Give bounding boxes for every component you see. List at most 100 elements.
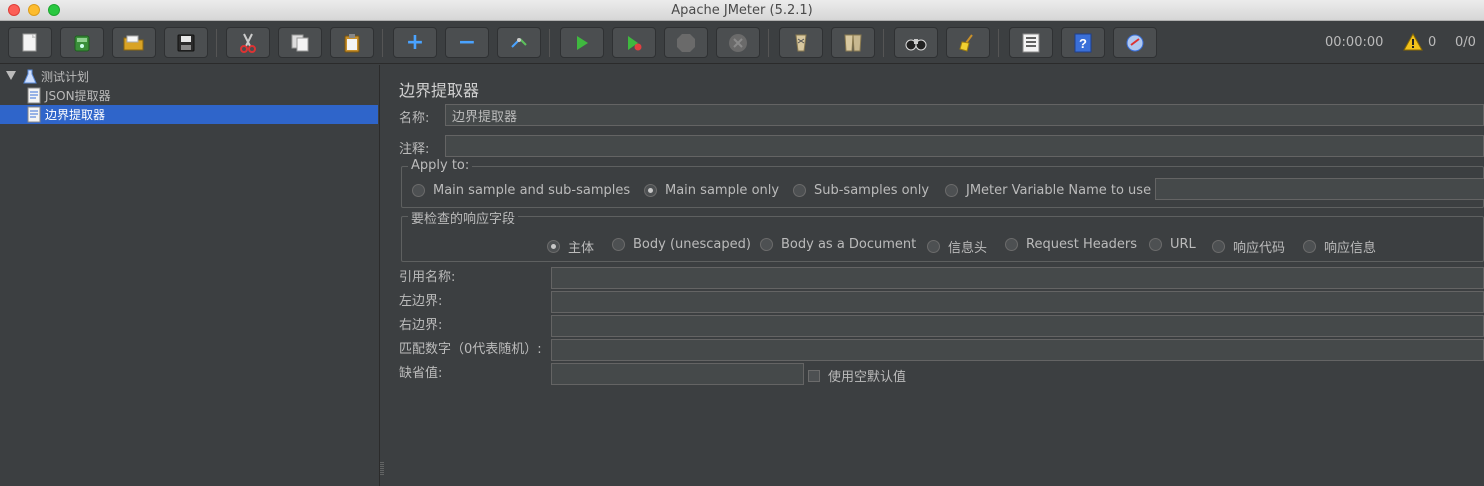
radio-indicator[interactable] bbox=[1005, 238, 1018, 251]
comment-field[interactable] bbox=[445, 135, 1484, 157]
default-value-field[interactable] bbox=[551, 363, 804, 385]
test-plan-tree: 测试计划 JSON提取器 边界提取器 bbox=[0, 65, 380, 486]
radio-indicator[interactable] bbox=[612, 238, 625, 251]
toggle-button[interactable] bbox=[497, 27, 541, 58]
help-button[interactable]: ? bbox=[1061, 27, 1105, 58]
thread-count: 0/0 bbox=[1455, 35, 1476, 50]
radio-body-as-document[interactable]: Body as a Document bbox=[760, 237, 916, 252]
radio-url[interactable]: URL bbox=[1149, 237, 1196, 252]
save-button[interactable] bbox=[164, 27, 208, 58]
stop-button[interactable] bbox=[664, 27, 708, 58]
start-button[interactable] bbox=[560, 27, 604, 58]
radio-indicator[interactable] bbox=[412, 184, 425, 197]
apply-to-group: Apply to: Main sample and sub-samples Ma… bbox=[401, 158, 1484, 208]
radio-jmeter-variable[interactable]: JMeter Variable Name to use bbox=[945, 183, 1151, 198]
expand-all-button[interactable]: + bbox=[393, 27, 437, 58]
right-boundary-field[interactable] bbox=[551, 315, 1484, 337]
apply-to-title: Apply to: bbox=[408, 158, 473, 173]
radio-indicator[interactable] bbox=[1212, 240, 1225, 253]
tree-node-json-extractor[interactable]: JSON提取器 bbox=[0, 86, 111, 105]
function-helper-button[interactable] bbox=[1009, 27, 1053, 58]
cut-icon bbox=[240, 33, 256, 53]
left-boundary-label: 左边界: bbox=[399, 294, 443, 309]
shutdown-button[interactable] bbox=[716, 27, 760, 58]
radio-indicator[interactable] bbox=[793, 184, 806, 197]
clear-button[interactable] bbox=[779, 27, 823, 58]
clear-all-button[interactable] bbox=[831, 27, 875, 58]
tree-node-label: 测试计划 bbox=[41, 70, 90, 84]
clear-icon bbox=[795, 34, 807, 51]
radio-response-message[interactable]: 响应信息 bbox=[1303, 237, 1376, 256]
start-no-pause-icon bbox=[628, 35, 642, 50]
radio-indicator[interactable] bbox=[1303, 240, 1316, 253]
tree-node-test-plan[interactable]: 测试计划 bbox=[0, 67, 89, 86]
boundary-extractor-panel: 边界提取器 名称: 注释: Apply to: Main sample and … bbox=[381, 65, 1484, 486]
shutdown-icon bbox=[729, 33, 747, 52]
radio-indicator[interactable] bbox=[927, 240, 940, 253]
function-helper-icon bbox=[1022, 33, 1040, 52]
left-boundary-field[interactable] bbox=[551, 291, 1484, 313]
warning-count: 0 bbox=[1428, 35, 1437, 50]
match-no-field[interactable] bbox=[551, 339, 1484, 361]
field-to-check-group: 要检查的响应字段 主体 Body (unescaped) Body as a D… bbox=[401, 208, 1484, 262]
radio-indicator[interactable] bbox=[1149, 238, 1162, 251]
name-field[interactable] bbox=[445, 104, 1484, 126]
open-folder-icon bbox=[123, 35, 144, 50]
search-button[interactable] bbox=[894, 27, 938, 58]
use-empty-default-label: 使用空默认值 bbox=[828, 370, 907, 385]
remote-button[interactable] bbox=[1113, 27, 1157, 58]
tree-node-label: 边界提取器 bbox=[45, 108, 106, 122]
field-to-check-title: 要检查的响应字段 bbox=[408, 208, 519, 227]
ref-name-field[interactable] bbox=[551, 267, 1484, 289]
new-button[interactable] bbox=[8, 27, 52, 58]
open-button[interactable] bbox=[112, 27, 156, 58]
jmeter-variable-field[interactable] bbox=[1155, 178, 1484, 200]
search-binoculars-icon bbox=[905, 38, 927, 50]
new-document-icon bbox=[22, 33, 37, 51]
match-no-label: 匹配数字（0代表随机）: bbox=[399, 342, 542, 357]
tree-node-boundary-extractor[interactable]: 边界提取器 bbox=[0, 105, 378, 124]
extractor-icon bbox=[27, 106, 41, 123]
ref-name-label: 引用名称: bbox=[399, 270, 456, 285]
checkbox-indicator[interactable] bbox=[808, 369, 820, 382]
tree-node-label: JSON提取器 bbox=[45, 89, 111, 103]
svg-text:?: ? bbox=[1079, 36, 1087, 51]
radio-indicator[interactable] bbox=[760, 238, 773, 251]
toggle-icon bbox=[511, 37, 527, 48]
radio-body[interactable]: 主体 bbox=[547, 237, 594, 256]
help-icon: ? bbox=[1074, 33, 1092, 52]
cut-button[interactable] bbox=[226, 27, 270, 58]
stop-icon bbox=[677, 33, 695, 52]
copy-button[interactable] bbox=[278, 27, 322, 58]
radio-indicator[interactable] bbox=[547, 240, 560, 253]
radio-sub-samples-only[interactable]: Sub-samples only bbox=[793, 183, 929, 198]
use-empty-default-checkbox[interactable]: 使用空默认值 bbox=[808, 366, 906, 385]
radio-indicator[interactable] bbox=[644, 184, 657, 197]
templates-button[interactable] bbox=[60, 27, 104, 58]
radio-main-sample-only[interactable]: Main sample only bbox=[644, 183, 779, 198]
tree-expand-toggle-icon[interactable] bbox=[6, 71, 16, 80]
save-icon bbox=[177, 34, 195, 51]
collapse-all-button[interactable]: − bbox=[445, 27, 489, 58]
reset-search-button[interactable] bbox=[946, 27, 990, 58]
window-title: Apache JMeter (5.2.1) bbox=[671, 3, 813, 18]
copy-icon bbox=[291, 34, 309, 51]
radio-request-headers[interactable]: Request Headers bbox=[1005, 237, 1137, 252]
radio-headers[interactable]: 信息头 bbox=[927, 237, 987, 256]
radio-response-code[interactable]: 响应代码 bbox=[1212, 237, 1285, 256]
remote-icon bbox=[1126, 34, 1144, 51]
warning-icon[interactable] bbox=[1403, 33, 1423, 51]
right-boundary-label: 右边界: bbox=[399, 318, 443, 333]
default-value-label: 缺省值: bbox=[399, 366, 443, 381]
radio-main-and-sub-samples[interactable]: Main sample and sub-samples bbox=[412, 183, 630, 198]
start-icon bbox=[577, 35, 588, 50]
elapsed-time: 00:00:00 bbox=[1325, 35, 1384, 50]
paste-button[interactable] bbox=[330, 27, 374, 58]
radio-body-unescaped[interactable]: Body (unescaped) bbox=[612, 237, 751, 252]
start-no-pauses-button[interactable] bbox=[612, 27, 656, 58]
window-titlebar: Apache JMeter (5.2.1) bbox=[0, 0, 1484, 21]
clear-all-icon bbox=[844, 34, 862, 51]
radio-indicator[interactable] bbox=[945, 184, 958, 197]
paste-icon bbox=[344, 33, 360, 52]
extractor-icon bbox=[27, 87, 41, 104]
